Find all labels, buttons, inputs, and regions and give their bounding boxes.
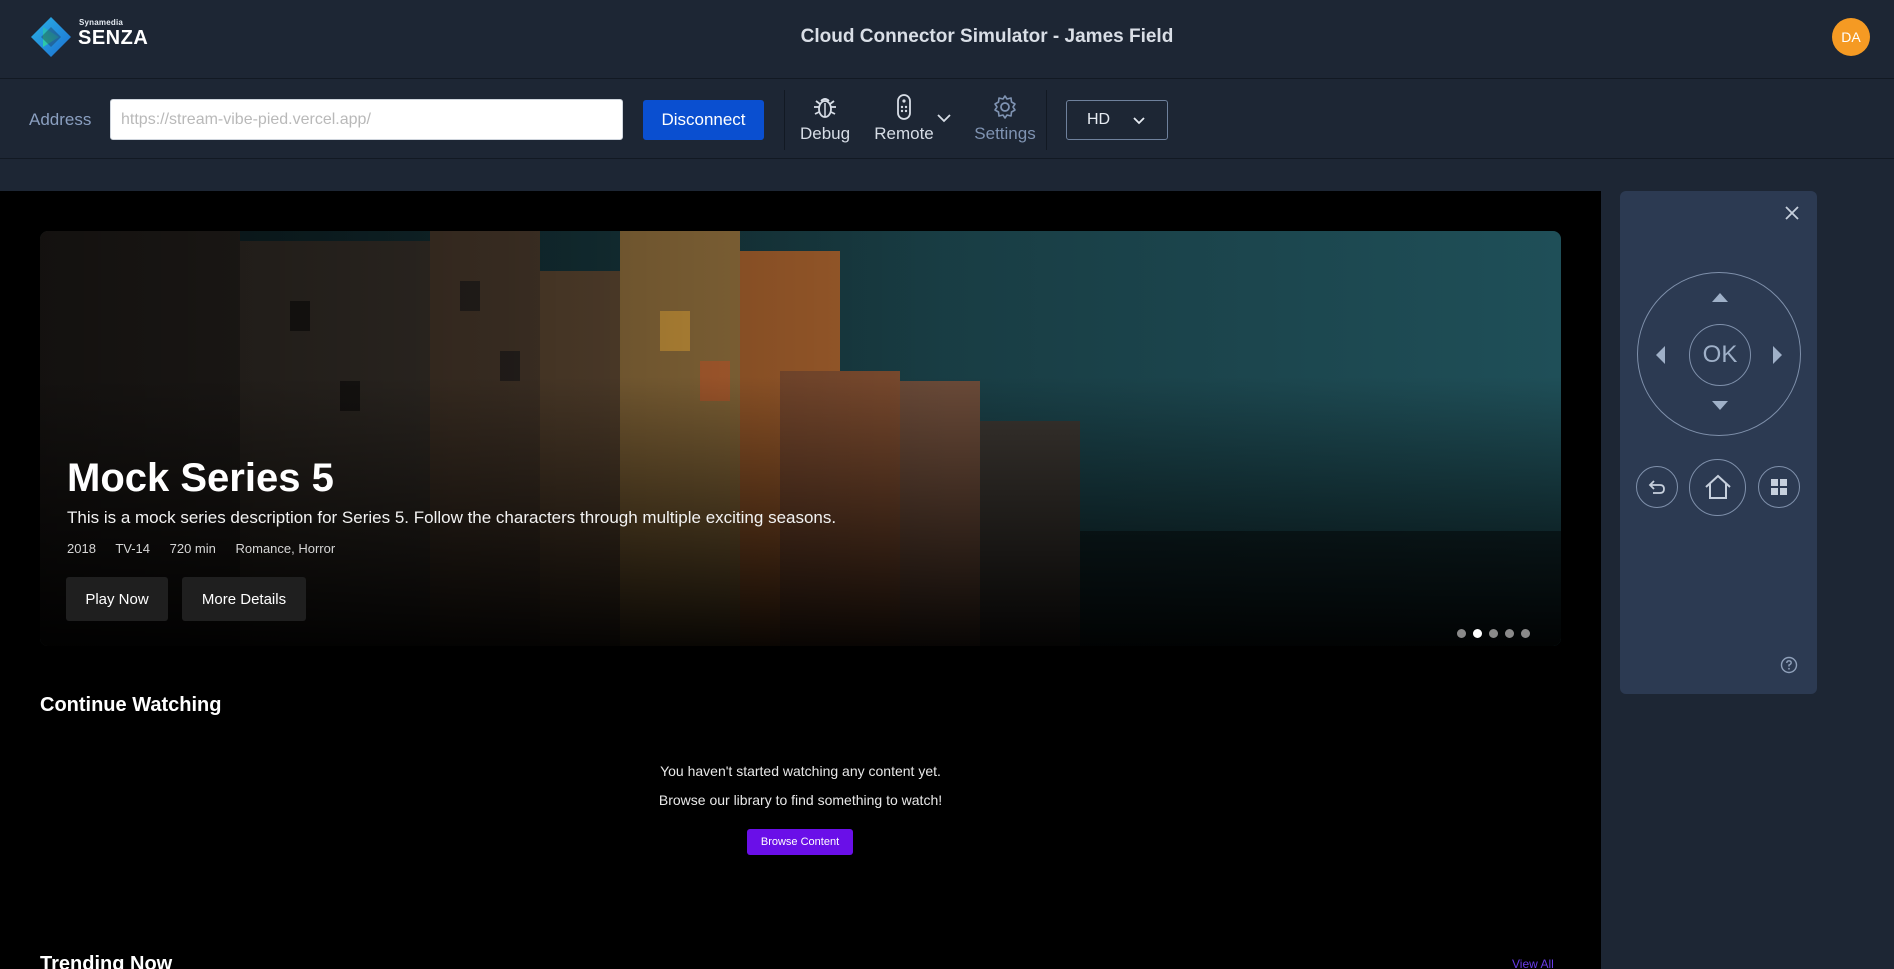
remote-label: Remote (874, 124, 934, 143)
empty-state-hint: Browse our library to find something to … (658, 792, 943, 808)
toolbar-divider (1046, 90, 1047, 150)
help-icon[interactable] (1780, 656, 1798, 674)
carousel-dot[interactable] (1521, 629, 1530, 638)
play-now-button[interactable]: Play Now (66, 577, 168, 621)
settings-label: Settings (974, 124, 1036, 143)
more-details-button[interactable]: More Details (182, 577, 306, 621)
gear-icon (994, 95, 1016, 119)
debug-label: Debug (800, 124, 851, 143)
hero-metadata: 2018 TV-14 720 min Romance, Horror (67, 541, 351, 556)
hero-duration: 720 min (169, 541, 216, 556)
empty-state-message: You haven't started watching any content… (660, 763, 941, 779)
disconnect-button[interactable]: Disconnect (643, 100, 764, 140)
ok-button[interactable]: OK (1689, 324, 1751, 386)
hero-genres: Romance, Horror (235, 541, 336, 556)
close-icon[interactable] (1782, 203, 1802, 223)
continue-watching-title: Continue Watching (40, 694, 222, 716)
hero-description: This is a mock series description for Se… (67, 508, 837, 527)
hero-title: Mock Series 5 (67, 456, 334, 500)
carousel-indicators (1457, 625, 1537, 643)
quality-select[interactable]: HD (1066, 100, 1168, 140)
address-label: Address (29, 110, 92, 129)
arrow-right-icon[interactable] (1773, 346, 1782, 364)
carousel-dot[interactable] (1489, 629, 1498, 638)
arrow-up-icon[interactable] (1712, 293, 1728, 302)
bug-icon (814, 98, 836, 118)
app-viewport: Mock Series 5 This is a mock series desc… (0, 191, 1601, 969)
app-header: Synamedia SENZA Cloud Connector Simulato… (0, 0, 1894, 79)
grid-icon (1771, 479, 1787, 495)
menu-button[interactable] (1758, 466, 1800, 508)
settings-button[interactable]: Settings (972, 94, 1038, 144)
carousel-dot[interactable] (1457, 629, 1466, 638)
carousel-dot[interactable] (1473, 629, 1482, 638)
directional-pad: OK (1637, 272, 1801, 436)
debug-button[interactable]: Debug (800, 94, 850, 144)
carousel-dot[interactable] (1505, 629, 1514, 638)
remote-button[interactable]: Remote (873, 94, 935, 144)
home-icon (1705, 474, 1731, 499)
back-button[interactable] (1636, 466, 1678, 508)
hero-banner[interactable]: Mock Series 5 This is a mock series desc… (40, 231, 1561, 646)
back-arrow-icon (1648, 480, 1665, 494)
browse-content-button[interactable]: Browse Content (747, 829, 853, 855)
trending-now-title: Trending Now (40, 953, 173, 969)
remote-control-icon (897, 94, 911, 120)
hero-year: 2018 (67, 541, 96, 556)
hero-rating: TV-14 (115, 541, 150, 556)
home-button[interactable] (1689, 459, 1746, 516)
arrow-left-icon[interactable] (1656, 346, 1665, 364)
chevron-down-icon (1133, 117, 1145, 125)
user-avatar[interactable]: DA (1832, 18, 1870, 56)
page-title: Cloud Connector Simulator - James Field (800, 26, 1174, 47)
quality-value: HD (1087, 111, 1111, 128)
toolbar-divider (784, 90, 785, 150)
remote-panel: OK (1620, 191, 1817, 694)
arrow-down-icon[interactable] (1712, 401, 1728, 410)
address-input[interactable] (110, 99, 623, 140)
chevron-down-icon[interactable] (936, 110, 952, 126)
view-all-link[interactable]: View All (1512, 957, 1554, 969)
connection-toolbar: Address Disconnect Debug Remote (0, 80, 1894, 159)
